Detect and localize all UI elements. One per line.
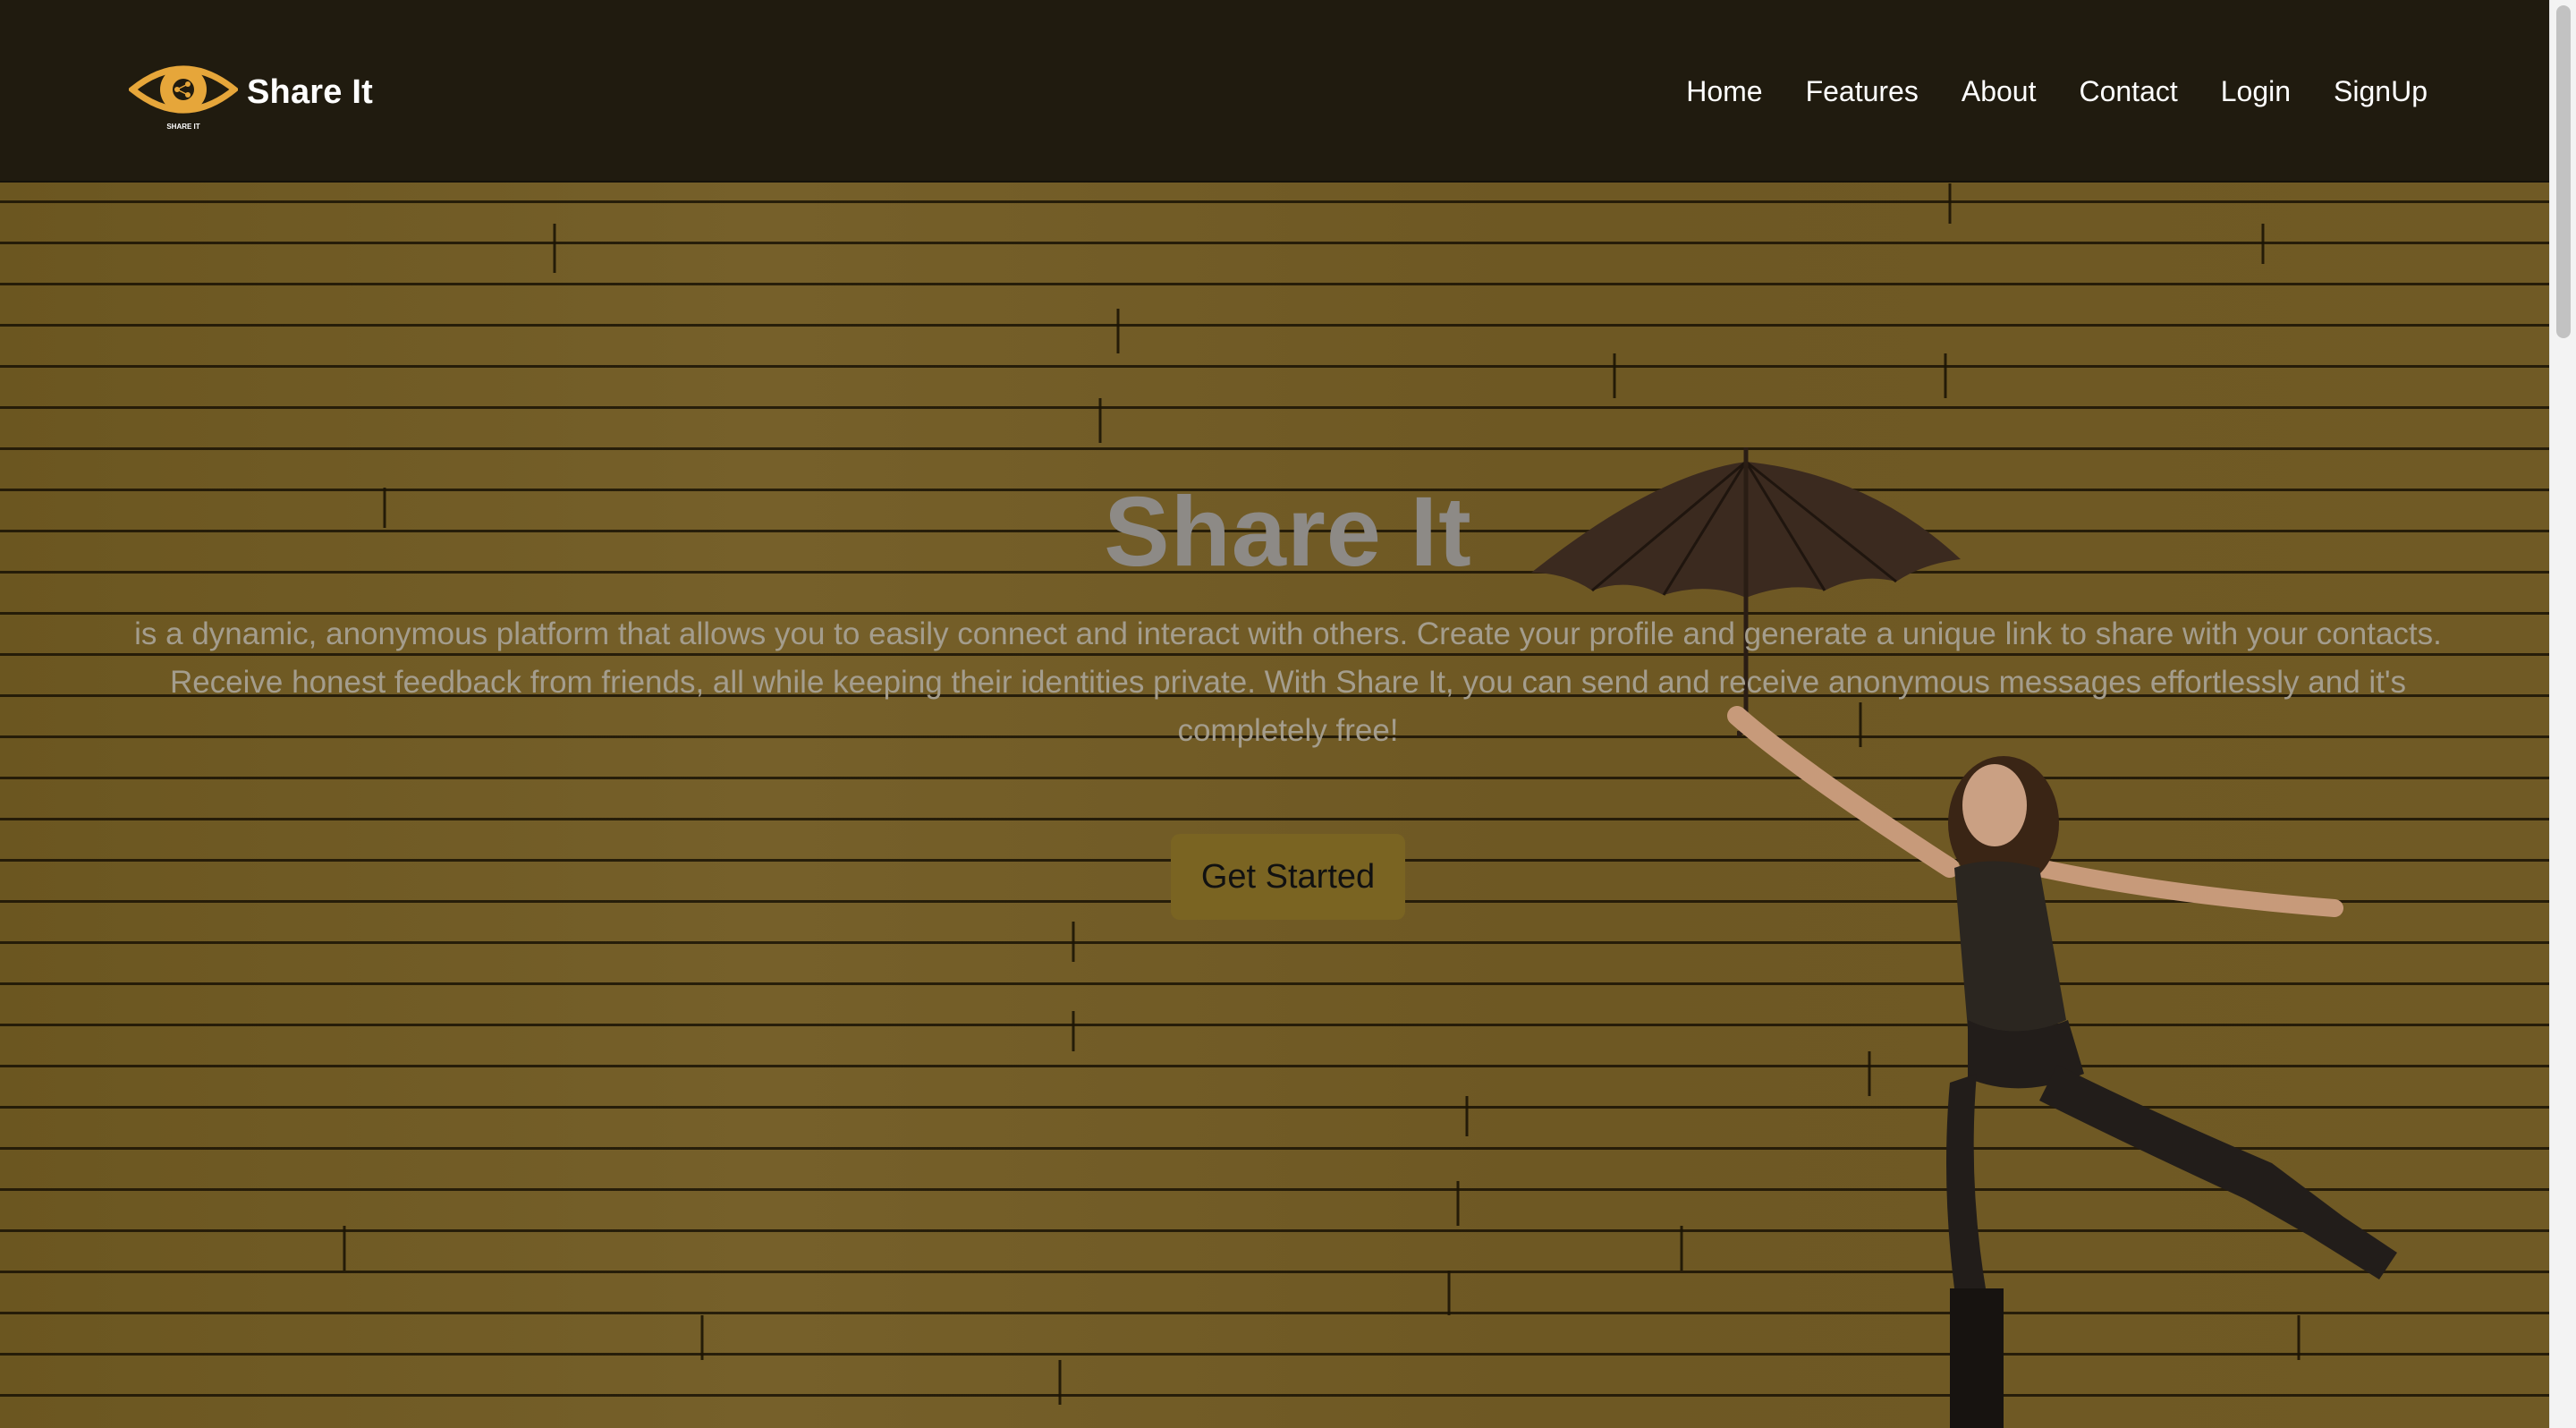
scrollbar-thumb[interactable] bbox=[2556, 5, 2571, 338]
nav-home-link[interactable]: Home bbox=[1686, 72, 1762, 111]
nav-contact-link[interactable]: Contact bbox=[2079, 72, 2177, 111]
eye-share-logo-icon: SHARE IT bbox=[129, 65, 238, 131]
nav-features-link[interactable]: Features bbox=[1806, 72, 1919, 111]
hero-description-line-2: Receive honest feedback from friends, al… bbox=[169, 665, 2407, 748]
hero-description-line-1: is a dynamic, anonymous platform that al… bbox=[134, 616, 2442, 651]
brand-name: Share It bbox=[247, 72, 373, 111]
top-navbar: SHARE IT Share It Home Features About Co… bbox=[0, 0, 2549, 183]
hero-section: Share It is a dynamic, anonymous platfor… bbox=[125, 474, 2451, 920]
brand[interactable]: SHARE IT Share It bbox=[129, 52, 373, 132]
page: SHARE IT Share It Home Features About Co… bbox=[0, 0, 2576, 1428]
hero-title: Share It bbox=[1104, 477, 1472, 587]
get-started-button[interactable]: Get Started bbox=[1170, 834, 1406, 920]
main-nav: Home Features About Contact Login SignUp bbox=[1686, 72, 2428, 111]
nav-signup-link[interactable]: SignUp bbox=[2334, 72, 2428, 111]
nav-about-link[interactable]: About bbox=[1962, 72, 2037, 111]
vertical-scrollbar[interactable] bbox=[2549, 0, 2576, 1428]
logo-caption: SHARE IT bbox=[166, 123, 199, 131]
nav-login-link[interactable]: Login bbox=[2221, 72, 2291, 111]
